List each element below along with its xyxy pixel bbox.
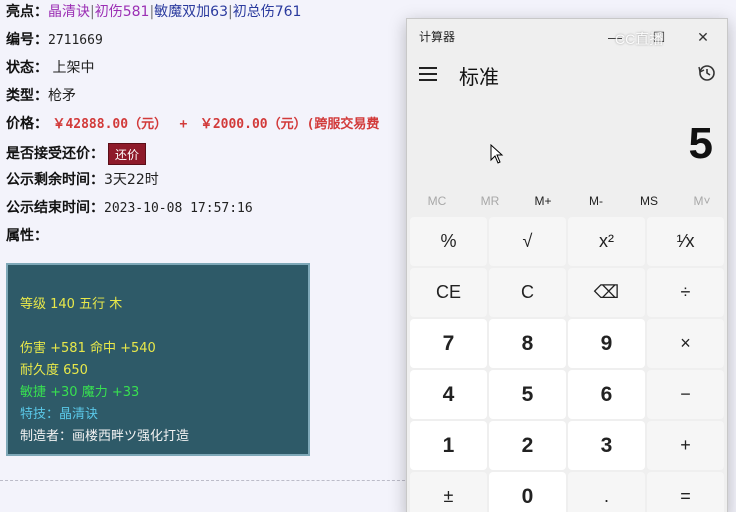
skill-line: 特技：晶清诀 [20,407,99,422]
type-label: 类型： [6,88,48,104]
attributes-row: 属性： [6,225,48,247]
calculator-window[interactable]: 计算器 — ☐ ✕ CC直播 标准 5 MC MR M+ M- MS M˅ % √ x² ¹⁄x… [406,18,728,512]
decimal-key[interactable]: . [568,472,645,512]
clear-entry-key[interactable]: CE [410,268,487,317]
end-time-value: 2023-10-08 17:57:16 [104,201,253,216]
mode-title: 标准 [459,67,499,89]
clear-key[interactable]: C [489,268,566,317]
counter-offer-label: 是否接受还价： [6,146,104,162]
calculator-titlebar[interactable]: 计算器 — ☐ ✕ CC直播 [407,19,727,55]
price-main: ￥42888.00（元） [52,117,168,132]
memory-clear-button[interactable]: MC [411,189,463,213]
memory-add-button[interactable]: M+ [517,189,569,213]
highlight-4[interactable]: 初总伤761 [233,4,302,20]
attributes-panel: 等级 140 五行 木 伤害 +581 命中 +540 耐久度 650 敏捷 +… [6,263,310,456]
equals-key[interactable]: = [647,472,724,512]
history-icon[interactable] [697,63,717,83]
highlight-1[interactable]: 晶清诀 [48,4,90,20]
counter-offer-button[interactable]: 还价 [108,143,147,165]
counter-offer-row: 是否接受还价： 还价 [6,143,147,165]
damage-line: 伤害 +581 命中 +540 [20,341,156,356]
price-extra: ￥2000.00（元）(跨服交易费 [199,117,380,132]
dashed-divider [0,480,410,481]
id-label: 编号： [6,32,48,48]
digit-7-key[interactable]: 7 [410,319,487,368]
plus-key[interactable]: + [647,421,724,470]
digit-6-key[interactable]: 6 [568,370,645,419]
backspace-key[interactable]: ⌫ [568,268,645,317]
divide-key[interactable]: ÷ [647,268,724,317]
memory-list-button[interactable]: M˅ [676,189,728,213]
mouse-cursor-icon [490,144,504,164]
digit-8-key[interactable]: 8 [489,319,566,368]
digit-4-key[interactable]: 4 [410,370,487,419]
durability-line: 耐久度 650 [20,363,88,378]
memory-store-button[interactable]: MS [623,189,675,213]
status-value: 上架中 [52,60,95,76]
window-title: 计算器 [419,30,456,44]
attributes-label: 属性： [6,228,48,244]
price-label: 价格： [6,116,48,132]
memory-subtract-button[interactable]: M- [570,189,622,213]
digit-2-key[interactable]: 2 [489,421,566,470]
close-button[interactable]: ✕ [691,25,715,49]
percent-key[interactable]: % [410,217,487,266]
highlights-label: 亮点： [6,4,48,20]
negate-key[interactable]: ± [410,472,487,512]
price-plus: + [179,117,188,132]
digit-5-key[interactable]: 5 [489,370,566,419]
digit-0-key[interactable]: 0 [489,472,566,512]
digit-9-key[interactable]: 9 [568,319,645,368]
digit-3-key[interactable]: 3 [568,421,645,470]
highlight-3[interactable]: 敏魔双加63 [154,4,228,20]
sqrt-key[interactable]: √ [489,217,566,266]
highlight-2[interactable]: 初伤581 [95,4,150,20]
square-key[interactable]: x² [568,217,645,266]
end-time-row: 公示结束时间：2023-10-08 17:57:16 [6,197,253,219]
id-row: 编号：2711669 [6,29,103,51]
status-row: 状态： 上架中 [6,57,94,79]
remaining-time-row: 公示剩余时间：3天22时 [6,169,159,191]
end-time-label: 公示结束时间： [6,200,104,216]
result-display: 5 [688,119,713,168]
reciprocal-key[interactable]: ¹⁄x [647,217,724,266]
remaining-time-label: 公示剩余时间： [6,172,104,188]
id-value: 2711669 [48,33,103,48]
menu-icon[interactable] [419,67,437,81]
maker-line: 制造者：画楼西畔ツ强化打造 [20,429,190,444]
digit-1-key[interactable]: 1 [410,421,487,470]
memory-row: MC MR M+ M- MS M˅ [407,189,727,213]
status-label: 状态： [6,60,48,76]
price-row: 价格： ￥42888.00（元） + ￥2000.00（元）(跨服交易费 [6,113,379,135]
level-line: 等级 140 五行 木 [20,297,123,312]
agility-line: 敏捷 +30 魔力 +33 [20,385,140,400]
minus-key[interactable]: − [647,370,724,419]
multiply-key[interactable]: × [647,319,724,368]
stream-watermark: CC直播 [615,31,664,47]
memory-recall-button[interactable]: MR [464,189,516,213]
highlights-row: 亮点：晶清诀|初伤581|敏魔双加63|初总伤761 [6,1,301,23]
type-value: 枪矛 [48,88,76,104]
type-row: 类型：枪矛 [6,85,76,107]
remaining-time-value: 3天22时 [104,172,159,188]
